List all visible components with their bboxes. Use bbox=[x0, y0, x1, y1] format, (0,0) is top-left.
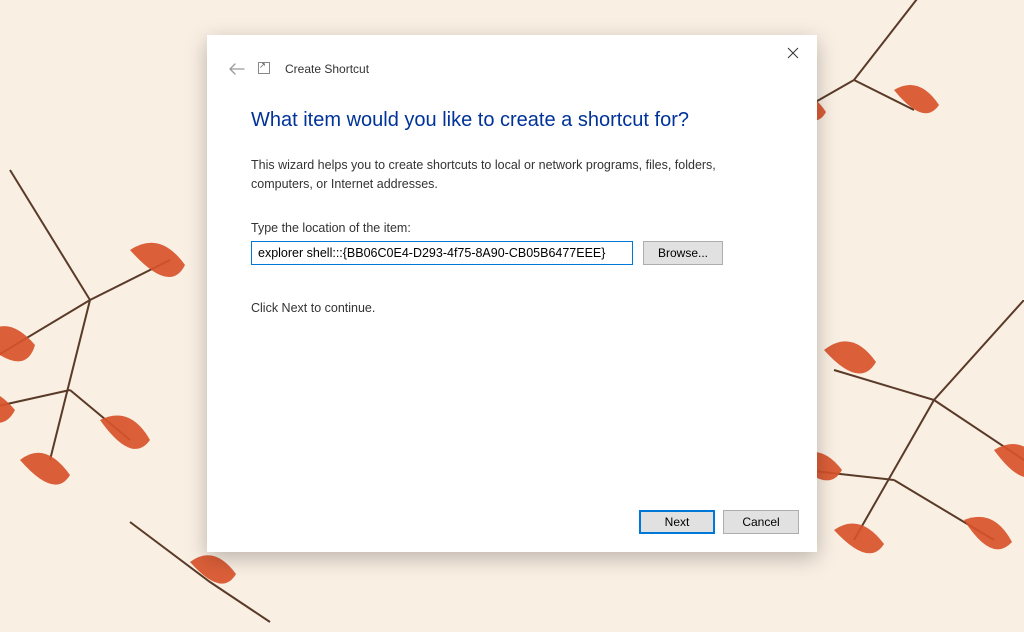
dialog-header: Create Shortcut bbox=[207, 35, 817, 81]
cancel-button[interactable]: Cancel bbox=[723, 510, 799, 534]
background-leaf-decoration bbox=[794, 300, 1024, 600]
dialog-description: This wizard helps you to create shortcut… bbox=[251, 156, 761, 195]
location-input-row: Browse... bbox=[251, 241, 773, 265]
browse-button[interactable]: Browse... bbox=[643, 241, 723, 265]
shortcut-icon bbox=[257, 61, 273, 77]
location-label: Type the location of the item: bbox=[251, 221, 773, 235]
continue-instruction: Click Next to continue. bbox=[251, 301, 773, 315]
dialog-footer: Next Cancel bbox=[207, 498, 817, 552]
dialog-heading: What item would you like to create a sho… bbox=[251, 109, 773, 132]
close-button[interactable] bbox=[779, 41, 807, 65]
background-leaf-decoration bbox=[0, 160, 230, 490]
dialog-title: Create Shortcut bbox=[285, 62, 369, 76]
location-input[interactable] bbox=[251, 241, 633, 265]
next-button[interactable]: Next bbox=[639, 510, 715, 534]
dialog-body: What item would you like to create a sho… bbox=[207, 81, 817, 498]
back-button[interactable] bbox=[225, 57, 249, 81]
back-arrow-icon bbox=[229, 63, 245, 75]
create-shortcut-dialog: Create Shortcut What item would you like… bbox=[207, 35, 817, 552]
close-icon bbox=[787, 47, 799, 59]
